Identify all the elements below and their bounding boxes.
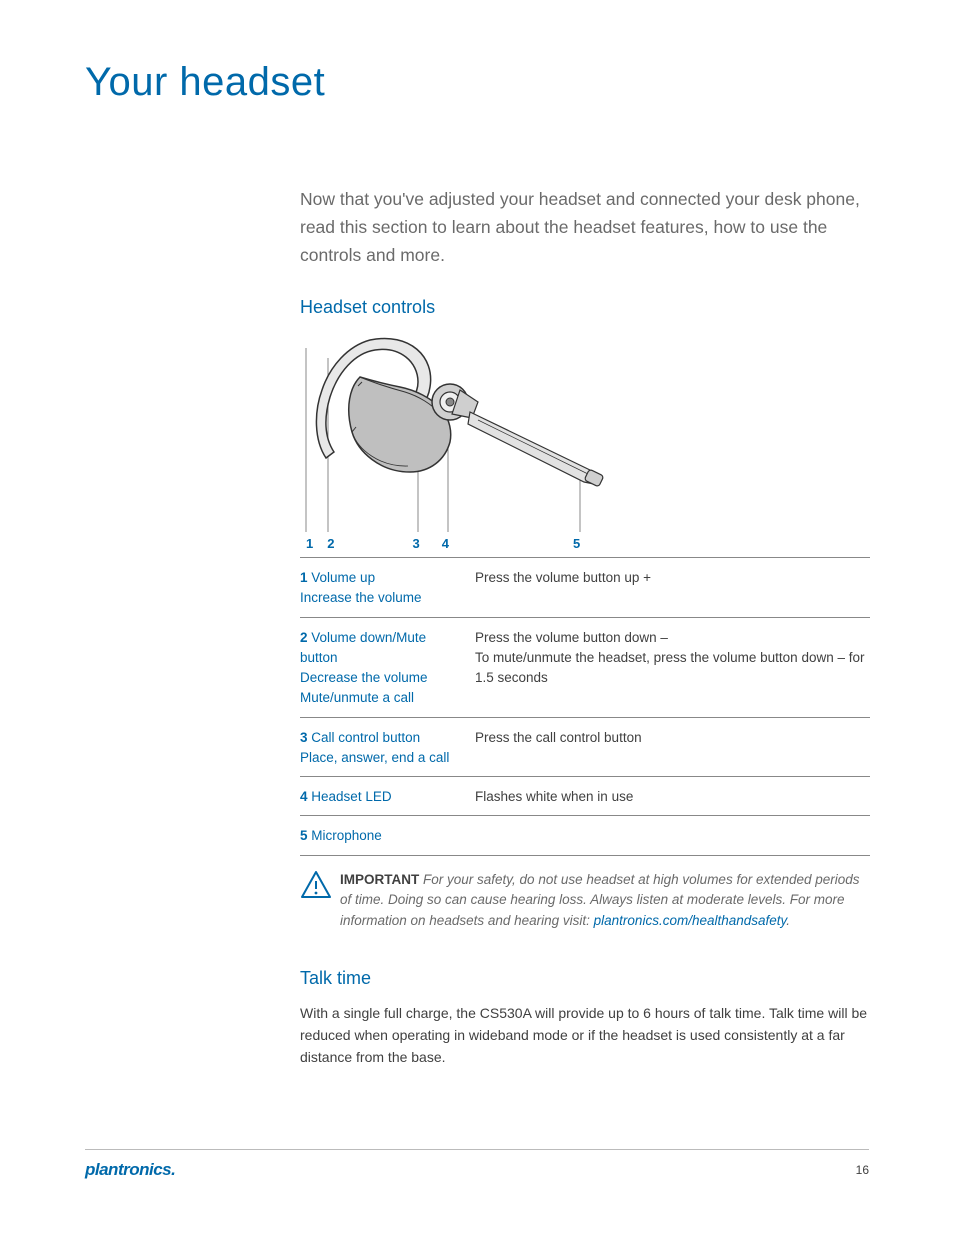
callout-3: 3 bbox=[412, 536, 419, 551]
row-number: 4 bbox=[300, 789, 308, 804]
headset-diagram bbox=[300, 332, 870, 532]
page-footer: plantronics. 16 bbox=[85, 1149, 869, 1180]
row-sub: Decrease the volume bbox=[300, 668, 465, 688]
health-safety-link[interactable]: plantronics.com/healthandsafety bbox=[594, 913, 787, 928]
row-number: 2 bbox=[300, 630, 308, 645]
table-row: 1 Volume up Increase the volume Press th… bbox=[300, 558, 870, 618]
document-page: Your headset Now that you've adjusted yo… bbox=[0, 0, 954, 1235]
row-description: Press the call control button bbox=[475, 728, 870, 769]
important-body-end: . bbox=[786, 913, 790, 928]
row-description: Press the volume button up + bbox=[475, 568, 870, 609]
intro-paragraph: Now that you've adjusted your headset an… bbox=[300, 185, 870, 269]
callout-1: 1 bbox=[306, 536, 313, 551]
row-label: Volume up bbox=[311, 570, 375, 585]
section-heading-controls: Headset controls bbox=[300, 297, 870, 318]
row-label: Microphone bbox=[311, 828, 382, 843]
headset-illustration bbox=[300, 332, 870, 532]
row-number: 5 bbox=[300, 828, 308, 843]
page-number: 16 bbox=[856, 1163, 869, 1177]
table-row: 4 Headset LED Flashes white when in use bbox=[300, 777, 870, 816]
talk-time-section: Talk time With a single full charge, the… bbox=[300, 968, 870, 1068]
diagram-callout-numbers: 1 2 3 4 5 bbox=[300, 536, 870, 558]
callout-5: 5 bbox=[573, 536, 580, 551]
page-title: Your headset bbox=[85, 60, 869, 105]
content-column: Now that you've adjusted your headset an… bbox=[300, 185, 870, 1068]
brand-logo: plantronics. bbox=[85, 1160, 175, 1180]
row-description bbox=[475, 826, 870, 846]
row-sub: Place, answer, end a call bbox=[300, 748, 465, 768]
row-number: 1 bbox=[300, 570, 308, 585]
row-description: Press the volume button down – To mute/u… bbox=[475, 628, 870, 709]
row-sub: Mute/unmute a call bbox=[300, 688, 465, 708]
section-heading-talk: Talk time bbox=[300, 968, 870, 989]
row-description: Flashes white when in use bbox=[475, 787, 870, 807]
row-label: Call control button bbox=[311, 730, 420, 745]
row-label: Volume down/Mute button bbox=[300, 630, 426, 665]
table-row: 2 Volume down/Mute button Decrease the v… bbox=[300, 618, 870, 718]
important-lead: IMPORTANT bbox=[340, 872, 419, 887]
row-number: 3 bbox=[300, 730, 308, 745]
talk-time-body: With a single full charge, the CS530A wi… bbox=[300, 1003, 870, 1068]
important-text: IMPORTANT For your safety, do not use he… bbox=[340, 870, 870, 933]
row-label: Headset LED bbox=[311, 789, 391, 804]
table-row: 5 Microphone bbox=[300, 816, 870, 855]
table-row: 3 Call control button Place, answer, end… bbox=[300, 718, 870, 778]
controls-table: 1 Volume up Increase the volume Press th… bbox=[300, 558, 870, 856]
callout-4: 4 bbox=[442, 536, 449, 551]
important-note: IMPORTANT For your safety, do not use he… bbox=[300, 870, 870, 933]
callout-2: 2 bbox=[327, 536, 334, 551]
row-sub: Increase the volume bbox=[300, 588, 465, 608]
warning-icon bbox=[300, 870, 340, 933]
